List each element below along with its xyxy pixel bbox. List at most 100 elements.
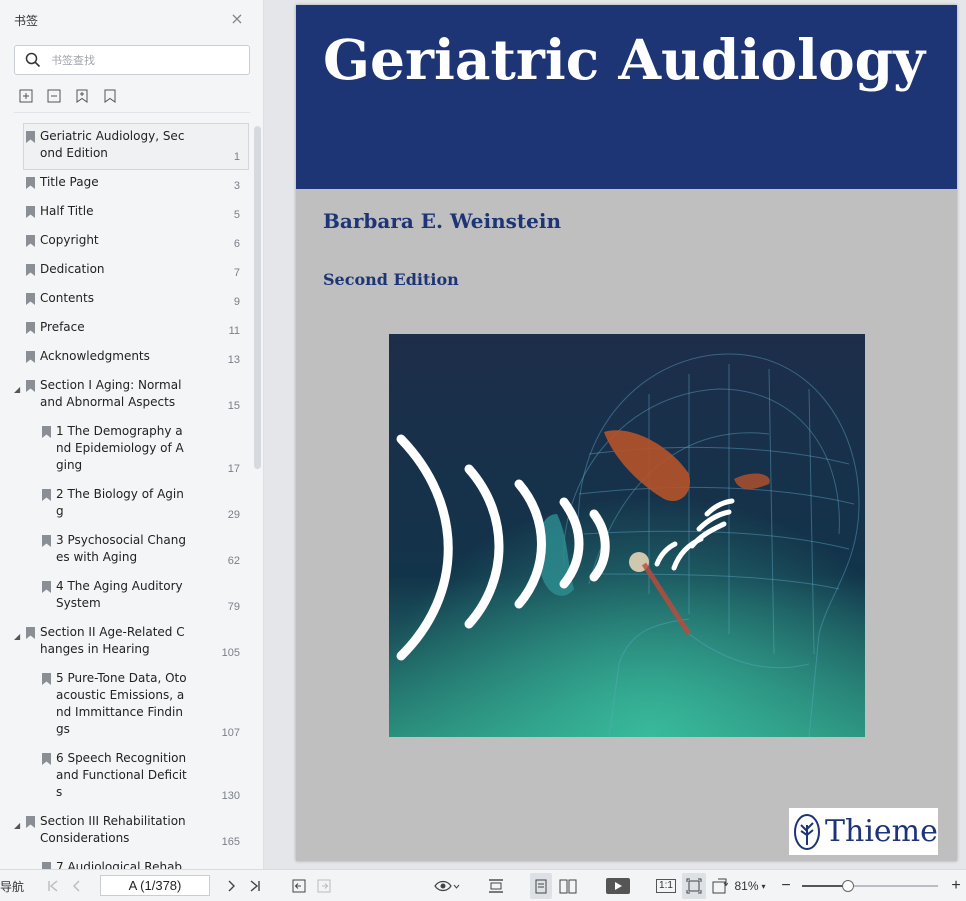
next-page-icon[interactable]	[222, 870, 240, 901]
bookmark-label: Preface	[40, 320, 85, 334]
bookmark-label: Geriatric Audiology, Second Edition	[40, 129, 185, 160]
bookmark-tools	[18, 88, 118, 108]
single-page-view-icon[interactable]	[530, 873, 552, 899]
bookmark-label: 7 Audiological Rehab	[56, 860, 183, 869]
bookmark-label: 1 The Demography and Epidemiology of Agi…	[56, 424, 184, 472]
bookmark-label: Copyright	[40, 233, 99, 247]
bookmark-item[interactable]: Half Title 5	[0, 197, 252, 226]
bookmark-icon	[26, 235, 35, 247]
bookmark-scrollbar[interactable]	[254, 126, 261, 469]
bookmark-icon	[26, 206, 35, 218]
zoom-slider[interactable]	[802, 880, 938, 892]
bookmark-item[interactable]: 5 Pure-Tone Data, Otoacoustic Emissions,…	[0, 664, 252, 744]
expand-arrow-icon[interactable]: ◢	[14, 817, 20, 834]
bookmark-label: 5 Pure-Tone Data, Otoacoustic Emissions,…	[56, 671, 187, 736]
bookmark-icon	[26, 627, 35, 639]
expand-arrow-icon[interactable]: ◢	[14, 381, 20, 398]
bookmark-item[interactable]: 7 Audiological Rehab	[0, 853, 252, 869]
bookmark-page-number: 165	[221, 836, 240, 848]
bookmark-page-number: 130	[221, 790, 240, 802]
bookmark-icon[interactable]	[102, 88, 118, 104]
bookmark-panel-title: 书签	[14, 14, 39, 28]
bookmark-search-box[interactable]	[14, 45, 250, 75]
expand-arrow-icon[interactable]: ◢	[14, 628, 20, 645]
zoom-level: 81%	[734, 879, 759, 893]
bookmark-icon	[26, 816, 35, 828]
fit-page-icon[interactable]	[682, 873, 706, 899]
last-page-icon[interactable]	[246, 870, 264, 901]
first-page-icon[interactable]	[44, 870, 62, 901]
bookmark-item[interactable]: ◢ Section I Aging: Normal and Abnormal As…	[0, 371, 252, 417]
expand-all-icon[interactable]	[18, 88, 34, 104]
rotate-icon[interactable]	[710, 870, 730, 901]
bookmark-icon	[42, 535, 51, 547]
bookmark-item[interactable]: 3 Psychosocial Changes with Aging 62	[0, 526, 252, 572]
bookmark-label: Section III Rehabilitation Consideration…	[40, 814, 186, 845]
bookmark-icon	[42, 862, 51, 869]
bookmark-page-number: 5	[233, 209, 240, 221]
bookmark-search-input[interactable]	[51, 51, 241, 69]
actual-size-button[interactable]: 1:1	[656, 870, 676, 901]
bookmark-icon	[26, 131, 35, 143]
bookmark-page-number: 3	[233, 180, 240, 192]
bookmark-label: 3 Psychosocial Changes with Aging	[56, 533, 186, 564]
bookmark-page-number: 9	[233, 296, 240, 308]
bookmark-item[interactable]: ◢ Section II Age-Related Changes in Heari…	[0, 618, 252, 664]
bookmark-page-number: 15	[227, 400, 240, 412]
bookmark-item[interactable]: 1 The Demography and Epidemiology of Agi…	[0, 417, 252, 480]
bookmark-icon	[42, 673, 51, 685]
bookmark-item[interactable]: Acknowledgments 13	[0, 342, 252, 371]
bookmark-item[interactable]: 4 The Aging Auditory System 79	[0, 572, 252, 618]
bookmark-label: Section I Aging: Normal and Abnormal Asp…	[40, 378, 182, 409]
previous-page-icon[interactable]	[68, 870, 86, 901]
bookmark-item[interactable]: Title Page 3	[0, 168, 252, 197]
bookmark-tree: Geriatric Audiology, Second Edition 1 Titl…	[0, 122, 252, 869]
bookmark-page-number: 62	[227, 555, 240, 567]
bookmark-label: 2 The Biology of Aging	[56, 487, 184, 518]
zoom-in-icon[interactable]: +	[948, 870, 964, 901]
collapse-all-icon[interactable]	[46, 88, 62, 104]
divider	[14, 112, 250, 113]
cover-title: Geriatric Audiology	[323, 27, 926, 92]
back-view-icon[interactable]	[290, 870, 308, 901]
bookmark-item[interactable]: ◢ Section III Rehabilitation Consideratio…	[0, 807, 252, 853]
bookmark-item[interactable]: Preface 11	[0, 313, 252, 342]
close-icon[interactable]: ×	[230, 11, 244, 27]
bookmark-page-number: 79	[227, 601, 240, 613]
actual-size-label: 1:1	[656, 879, 676, 893]
pdf-page: Geriatric Audiology Barbara E. Weinstein…	[296, 5, 957, 861]
bookmark-page-number: 17	[227, 463, 240, 475]
publisher-logo: Thieme	[789, 808, 938, 855]
cover-illustration-head-soundwaves	[389, 334, 865, 737]
bookmark-item[interactable]: 2 The Biology of Aging 29	[0, 480, 252, 526]
tree-emblem-icon	[794, 813, 820, 850]
bookmark-icon	[42, 581, 51, 593]
fit-width-icon[interactable]	[486, 870, 506, 901]
cover-author: Barbara E. Weinstein	[323, 209, 562, 233]
eye-care-icon[interactable]	[432, 870, 462, 901]
bookmark-label: Dedication	[40, 262, 105, 276]
zoom-level-dropdown[interactable]: 81% ▾	[731, 870, 769, 901]
add-bookmark-icon[interactable]	[74, 88, 90, 104]
page-number-input[interactable]: A (1/378)	[100, 875, 210, 896]
bookmark-item[interactable]: 6 Speech Recognition and Functional Defi…	[0, 744, 252, 807]
bookmark-label: Contents	[40, 291, 94, 305]
bookmark-label: 4 The Aging Auditory System	[56, 579, 183, 610]
document-viewer[interactable]: Geriatric Audiology Barbara E. Weinstein…	[265, 0, 966, 869]
bookmark-label: Half Title	[40, 204, 94, 218]
bookmark-item[interactable]: Dedication 7	[0, 255, 252, 284]
bookmark-page-number: 11	[228, 325, 240, 337]
bookmark-item[interactable]: Contents 9	[0, 284, 252, 313]
bookmark-label: Title Page	[40, 175, 99, 189]
bottom-toolbar: 导航 A (1/378) 1:1 81% ▾ − +	[0, 869, 966, 901]
slideshow-play-icon[interactable]	[604, 870, 632, 901]
two-page-view-icon[interactable]	[557, 870, 579, 901]
forward-view-icon[interactable]	[315, 870, 333, 901]
bookmark-page-number: 6	[233, 238, 240, 250]
zoom-slider-handle[interactable]	[842, 880, 855, 892]
cover-title-band: Geriatric Audiology	[296, 5, 957, 189]
bookmark-item[interactable]: Geriatric Audiology, Second Edition 1	[0, 122, 252, 170]
bookmark-icon	[26, 380, 35, 392]
bookmark-item[interactable]: Copyright 6	[0, 226, 252, 255]
zoom-out-icon[interactable]: −	[778, 870, 794, 901]
